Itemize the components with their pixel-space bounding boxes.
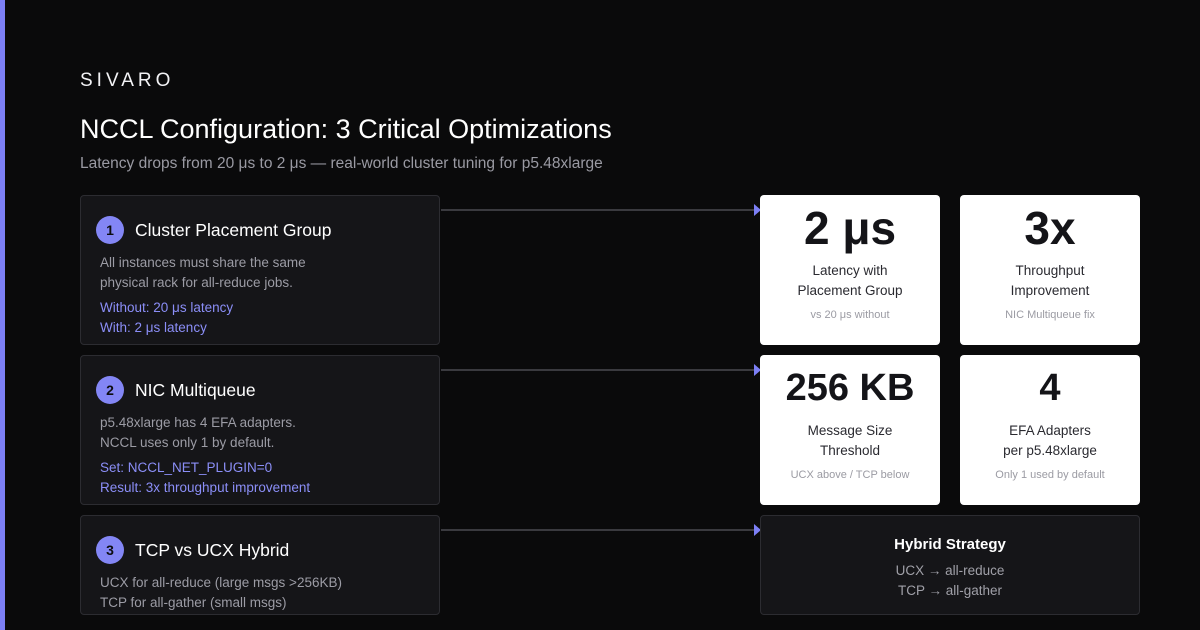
stat-card-efa-adapters: 4 EFA Adapters per p5.48xlarge Only 1 us…: [960, 355, 1140, 505]
step-highlight: Without: 20 μs latency With: 2 μs latenc…: [100, 298, 233, 338]
step-description-line: UCX for all-reduce (large msgs >256KB): [100, 575, 342, 590]
stat-label-line: Improvement: [1010, 283, 1090, 298]
step-description-line: NCCL uses only 1 by default.: [100, 435, 275, 450]
stat-label-line: Threshold: [819, 443, 881, 458]
stat-note: vs 20 μs without: [810, 309, 890, 321]
stat-card-throughput: 3x Throughput Improvement NIC Multiqueue…: [960, 195, 1140, 345]
stat-label: Throughput Improvement: [960, 261, 1140, 301]
step-description-line: physical rack for all-reduce jobs.: [100, 275, 293, 290]
stat-label-line: Message Size: [807, 423, 893, 438]
step-header: 1 Cluster Placement Group: [96, 216, 331, 244]
step-card-nic-multiqueue: 2 NIC Multiqueue p5.48xlarge has 4 EFA a…: [80, 355, 440, 505]
step-header: 3 TCP vs UCX Hybrid: [96, 536, 289, 564]
step-highlight: Set: NCCL_NET_PLUGIN=0 Result: 3x throug…: [100, 458, 310, 498]
step-description: p5.48xlarge has 4 EFA adapters. NCCL use…: [100, 413, 296, 453]
step-description: All instances must share the same physic…: [100, 253, 306, 293]
page-subtitle: Latency drops from 20 μs to 2 μs — real-…: [80, 155, 603, 172]
connector-arrow: [441, 524, 761, 536]
stat-label: Message Size Threshold: [760, 421, 940, 461]
step-number-badge: 3: [96, 536, 124, 564]
stat-note: Only 1 used by default: [995, 469, 1105, 481]
step-description-line: TCP for all-gather (small msgs): [100, 595, 287, 610]
step-title: Cluster Placement Group: [135, 219, 332, 240]
step-title: TCP vs UCX Hybrid: [135, 539, 290, 560]
stat-value: 256 KB: [785, 367, 915, 409]
step-header: 2 NIC Multiqueue: [96, 376, 256, 404]
step-number-badge: 2: [96, 376, 124, 404]
step-description: UCX for all-reduce (large msgs >256KB) T…: [100, 573, 342, 613]
page-title: NCCL Configuration: 3 Critical Optimizat…: [80, 114, 612, 144]
stat-label-line: Throughput: [1015, 263, 1085, 278]
stat-label: EFA Adapters per p5.48xlarge: [960, 421, 1140, 461]
stat-label-line: per p5.48xlarge: [1003, 443, 1097, 458]
hybrid-strategy-card: Hybrid Strategy UCX → all-reduce TCP → a…: [760, 515, 1140, 615]
step-description-line: p5.48xlarge has 4 EFA adapters.: [100, 415, 296, 430]
stat-label-line: Latency with: [812, 263, 888, 278]
stat-label: Latency with Placement Group: [760, 261, 940, 301]
stat-card-latency: 2 μs Latency with Placement Group vs 20 …: [760, 195, 940, 345]
hybrid-strategy-line: TCP → all-gather: [897, 583, 1003, 598]
step-title: NIC Multiqueue: [135, 379, 256, 400]
step-highlight-line: Without: 20 μs latency: [100, 300, 234, 315]
stat-note: NIC Multiqueue fix: [1005, 309, 1095, 321]
step-highlight-line: Set: NCCL_NET_PLUGIN=0: [100, 460, 273, 475]
stat-value: 2 μs: [803, 202, 897, 254]
step-highlight-line: Result: 3x throughput improvement: [100, 480, 311, 495]
stat-card-message-size: 256 KB Message Size Threshold UCX above …: [760, 355, 940, 505]
connector-arrow: [441, 204, 761, 216]
step-card-tcp-ucx-hybrid: 3 TCP vs UCX Hybrid UCX for all-reduce (…: [80, 515, 440, 615]
accent-bar: [0, 0, 5, 630]
step-highlight-line: With: 2 μs latency: [100, 320, 207, 335]
step-number-badge: 1: [96, 216, 124, 244]
stat-value: 4: [1039, 367, 1061, 409]
stat-label-line: EFA Adapters: [1009, 423, 1091, 438]
brand-logo: SIVARO: [80, 70, 175, 91]
stat-label-line: Placement Group: [797, 283, 903, 298]
hybrid-strategy-title: Hybrid Strategy: [894, 536, 1006, 553]
stat-value: 3x: [1024, 202, 1076, 254]
step-description-line: All instances must share the same: [100, 255, 306, 270]
connector-arrow: [441, 364, 761, 376]
step-card-placement-group: 1 Cluster Placement Group All instances …: [80, 195, 440, 345]
stat-note: UCX above / TCP below: [790, 469, 910, 481]
hybrid-strategy-line: UCX → all-reduce: [895, 563, 1005, 578]
